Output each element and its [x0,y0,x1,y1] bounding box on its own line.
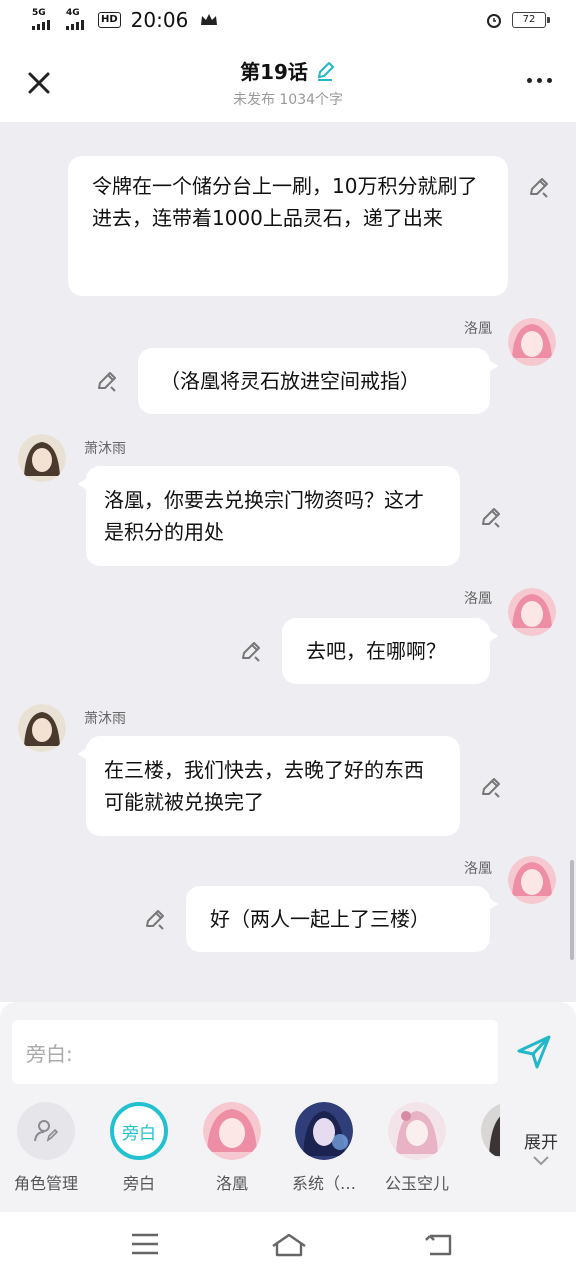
role-label: 角色管理 [13,1174,78,1193]
message-bubble[interactable]: 去吧，在哪啊？ [282,618,498,684]
message-bubble[interactable]: （洛凰将灵石放进空间戒指） [138,348,498,414]
person-edit-icon [34,1120,59,1142]
status-bar: 5G 4G HD 20:06 72 [0,0,576,44]
role-manage-button[interactable]: 角色管理 [1,1102,91,1194]
menu-icon[interactable] [130,1232,160,1256]
role-label: 秦 [465,1170,500,1194]
home-icon[interactable] [270,1232,308,1258]
speaker-name: 洛凰 [464,591,492,607]
avatar[interactable] [508,318,556,366]
alarm-icon [487,14,501,28]
hd-voice-icon: HD [98,12,121,28]
edit-icon[interactable] [526,174,552,200]
send-icon[interactable] [514,1032,554,1072]
speaker-name: 萧沐雨 [84,441,126,457]
header: 第19话 未发布 1034个字 [0,44,576,122]
avatar [295,1102,353,1160]
avatar [481,1102,500,1160]
role-badge: 旁白 [122,1123,156,1144]
avatar[interactable] [18,434,66,482]
system-nav-bar [0,1212,576,1280]
speaker-name: 洛凰 [464,321,492,337]
edit-title-icon[interactable] [314,60,336,82]
page-title: 第19话 [240,56,336,85]
avatar [203,1102,261,1160]
crown-icon [201,14,218,25]
narration-input[interactable]: 旁白: [12,1020,498,1084]
role-label: 公玉空儿 [384,1174,449,1193]
avatar[interactable] [508,588,556,636]
status-time: 20:06 [130,8,189,32]
avatar[interactable] [508,856,556,904]
role-label: 系统（… [291,1174,356,1193]
message-bubble[interactable]: 好（两人一起上了三楼） [186,886,498,952]
scrollbar[interactable] [570,860,574,960]
edit-icon[interactable] [478,774,504,800]
role-luohuang[interactable]: 洛凰 [187,1102,277,1194]
edit-icon[interactable] [142,906,168,932]
role-system[interactable]: 系统（… [279,1102,369,1194]
chapter-title: 第19话 [240,60,308,84]
role-gongyu-konger[interactable]: 公玉空儿 [372,1102,462,1194]
avatar[interactable] [18,704,66,752]
role-label: 洛凰 [215,1174,248,1193]
speaker-name: 萧沐雨 [84,711,126,727]
message-bubble[interactable]: 在三楼，我们快去，去晚了好的东西可能就被兑换完了 [78,736,460,836]
role-narration[interactable]: 旁白 旁白 [94,1102,184,1194]
edit-icon[interactable] [238,638,264,664]
message-bubble[interactable]: 洛凰，你要去兑换宗门物资吗？这才是积分的用处 [78,466,460,566]
back-icon[interactable] [424,1232,454,1258]
signal-icon: 4G [64,8,92,32]
battery-icon: 72 [512,12,550,28]
chevron-down-icon [533,1156,549,1166]
chapter-subtitle: 未发布 1034个字 [232,92,344,108]
role-selector: 角色管理 旁白 旁白 洛凰 系统（… 公玉空儿 [0,1102,500,1202]
expand-button[interactable]: 展开 [524,1128,558,1172]
chat-area[interactable]: 令牌在一个储分台上一刷，10万积分就刷了进去，连带着1000上品灵石，递了出来 … [0,122,576,1002]
composer-panel: 旁白: 角色管理 旁白 旁白 洛凰 系统（… 公玉空儿 展开 [0,1002,576,1212]
edit-icon[interactable] [478,504,504,530]
avatar [388,1102,446,1160]
more-options-button[interactable] [527,78,552,83]
signal-icon: 5G [30,8,58,32]
role-label: 旁白 [122,1174,155,1193]
edit-icon[interactable] [94,368,120,394]
role-qin[interactable]: 秦 [465,1102,500,1194]
expand-label: 展开 [524,1133,558,1153]
narration-bubble[interactable]: 令牌在一个储分台上一刷，10万积分就刷了进去，连带着1000上品灵石，递了出来 [68,156,508,296]
speaker-name: 洛凰 [464,861,492,877]
